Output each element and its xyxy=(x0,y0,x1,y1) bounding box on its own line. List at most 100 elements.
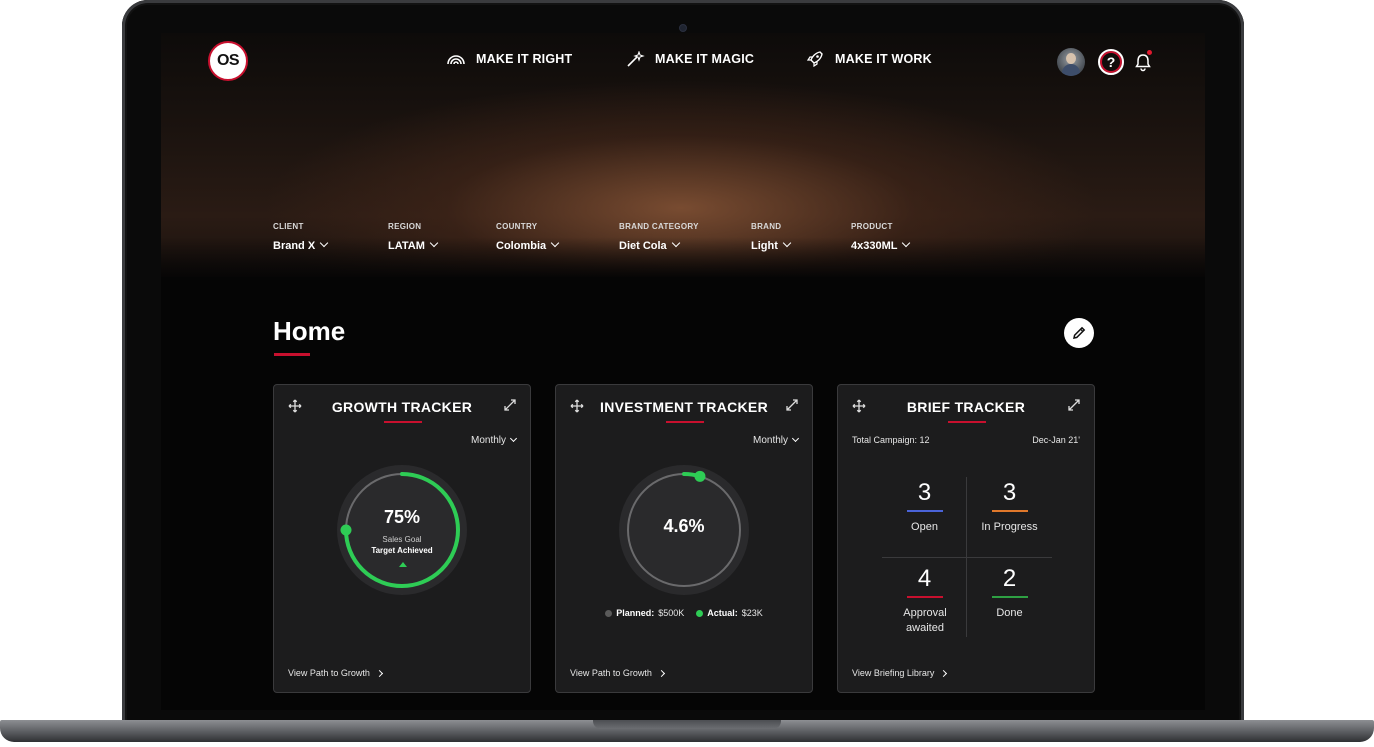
stat-open[interactable]: 3 Open xyxy=(882,481,967,535)
card-title-underline xyxy=(948,421,986,423)
stat-label: Approval awaited xyxy=(903,607,947,634)
stat-label: Done xyxy=(996,607,1023,619)
stat-count: 4 xyxy=(917,565,932,592)
os-logo[interactable]: OS xyxy=(208,41,248,81)
bell-icon[interactable] xyxy=(1134,52,1152,72)
chevron-down-icon xyxy=(509,434,518,443)
user-avatar[interactable] xyxy=(1057,48,1085,76)
filter-value: 4x330ML xyxy=(851,240,898,252)
chevron-right-icon xyxy=(375,669,383,677)
gauge-knob xyxy=(694,470,706,482)
title-underline xyxy=(274,353,310,356)
chevron-right-icon xyxy=(657,669,665,677)
chevron-down-icon xyxy=(319,238,329,248)
notification-dot xyxy=(1147,50,1152,55)
filter-region[interactable]: REGION LATAM xyxy=(388,222,439,254)
stat-in-progress[interactable]: 3 In Progress xyxy=(967,481,1052,535)
app-screen: OS MAKE IT RIGHT MAKE IT MAGIC MAKE IT W… xyxy=(161,33,1205,710)
link-label: View Briefing Library xyxy=(852,668,935,678)
magic-wand-icon xyxy=(627,51,645,67)
filter-label: CLIENT xyxy=(273,222,304,231)
stat-count: 3 xyxy=(1002,479,1017,506)
card-title: BRIEF TRACKER xyxy=(906,399,1026,415)
chevron-down-icon xyxy=(782,238,792,248)
nav-label: MAKE IT WORK xyxy=(835,52,932,66)
filter-value: Diet Cola xyxy=(619,240,667,252)
filter-value: Colombia xyxy=(496,240,547,252)
filter-label: COUNTRY xyxy=(496,222,538,231)
view-path-to-growth-link[interactable]: View Path to Growth xyxy=(570,668,665,678)
gauge-status: Target Achieved xyxy=(371,546,433,555)
actual-label: Actual: xyxy=(707,608,738,618)
filter-label: BRAND CATEGORY xyxy=(619,222,699,231)
filter-label: REGION xyxy=(388,222,422,231)
actual-value: $23K xyxy=(741,608,763,618)
rocket-icon xyxy=(806,51,823,67)
brief-stats-grid: 3 Open 3 In Progress 4 Approval awaited … xyxy=(882,477,1052,637)
chevron-down-icon xyxy=(429,238,439,248)
brief-tracker-card: BRIEF TRACKER Total Campaign: 12 Dec-Jan… xyxy=(837,384,1095,693)
chevron-right-icon xyxy=(940,669,948,677)
link-label: View Path to Growth xyxy=(288,668,370,678)
stat-label: Open xyxy=(911,521,938,533)
gauge-value: 75% xyxy=(383,507,421,527)
planned-dot xyxy=(605,609,613,617)
stat-count: 2 xyxy=(1002,565,1017,592)
expand-icon[interactable] xyxy=(786,399,798,411)
card-title-underline xyxy=(384,421,422,423)
chevron-down-icon xyxy=(550,238,560,248)
laptop-notch xyxy=(593,720,781,729)
filter-label: BRAND xyxy=(751,222,782,231)
legend-planned: Planned: $500K xyxy=(605,608,684,618)
card-title: GROWTH TRACKER xyxy=(331,399,473,415)
pencil-icon xyxy=(1073,326,1086,339)
legend-actual: Actual: $23K xyxy=(696,608,763,618)
link-label: View Path to Growth xyxy=(570,668,652,678)
stat-bar xyxy=(991,596,1028,598)
investment-legend: Planned: $500K Actual: $23K xyxy=(556,608,812,618)
actual-dot xyxy=(696,609,704,617)
nav-make-it-right[interactable]: MAKE IT RIGHT xyxy=(446,51,572,67)
edit-button[interactable] xyxy=(1064,318,1094,348)
stat-count: 3 xyxy=(917,479,932,506)
card-title: INVESTMENT TRACKER xyxy=(600,399,768,415)
stat-label: In Progress xyxy=(981,521,1038,533)
trend-up-icon xyxy=(399,562,407,567)
period-dropdown[interactable]: Monthly xyxy=(470,434,518,446)
period-label: Monthly xyxy=(470,435,506,446)
stat-bar xyxy=(906,596,943,598)
view-path-to-growth-link[interactable]: View Path to Growth xyxy=(288,668,383,678)
date-range: Dec-Jan 21' xyxy=(1032,435,1080,445)
gauge-subtitle: Sales Goal xyxy=(382,535,422,544)
filter-country[interactable]: COUNTRY Colombia xyxy=(496,222,560,254)
growth-tracker-card: GROWTH TRACKER Monthly 75% Sales Goal Ta… xyxy=(273,384,531,693)
nav-make-it-magic[interactable]: MAKE IT MAGIC xyxy=(625,51,754,67)
chevron-down-icon xyxy=(902,238,911,248)
stat-bar xyxy=(991,510,1028,512)
laptop-mockup: OS MAKE IT RIGHT MAKE IT MAGIC MAKE IT W… xyxy=(0,0,1374,747)
chevron-down-icon xyxy=(791,434,800,443)
planned-label: Planned: xyxy=(616,608,655,618)
filter-value: Brand X xyxy=(273,240,316,252)
stat-approval-awaited[interactable]: 4 Approval awaited xyxy=(882,567,967,636)
total-campaign: Total Campaign: 12 xyxy=(852,435,930,445)
nav-label: MAKE IT RIGHT xyxy=(476,52,573,66)
stat-done[interactable]: 2 Done xyxy=(967,567,1052,621)
period-dropdown[interactable]: Monthly xyxy=(752,434,800,446)
filter-client[interactable]: CLIENT Brand X xyxy=(273,222,329,254)
help-icon: ? xyxy=(1106,54,1116,70)
expand-icon[interactable] xyxy=(1068,399,1080,411)
filter-product[interactable]: PRODUCT 4x330ML xyxy=(851,222,911,254)
growth-gauge xyxy=(337,465,467,595)
grid-divider xyxy=(882,557,1052,558)
rainbow-icon xyxy=(447,55,465,65)
view-briefing-library-link[interactable]: View Briefing Library xyxy=(852,668,948,678)
nav-make-it-work[interactable]: MAKE IT WORK xyxy=(805,51,932,67)
camera xyxy=(679,24,687,32)
filter-brand-category[interactable]: BRAND CATEGORY Diet Cola xyxy=(619,222,699,254)
period-label: Monthly xyxy=(752,435,788,446)
filter-brand[interactable]: BRAND Light xyxy=(751,222,792,254)
help-button[interactable]: ? xyxy=(1098,49,1124,75)
expand-icon[interactable] xyxy=(504,399,516,411)
nav-label: MAKE IT MAGIC xyxy=(655,52,755,66)
